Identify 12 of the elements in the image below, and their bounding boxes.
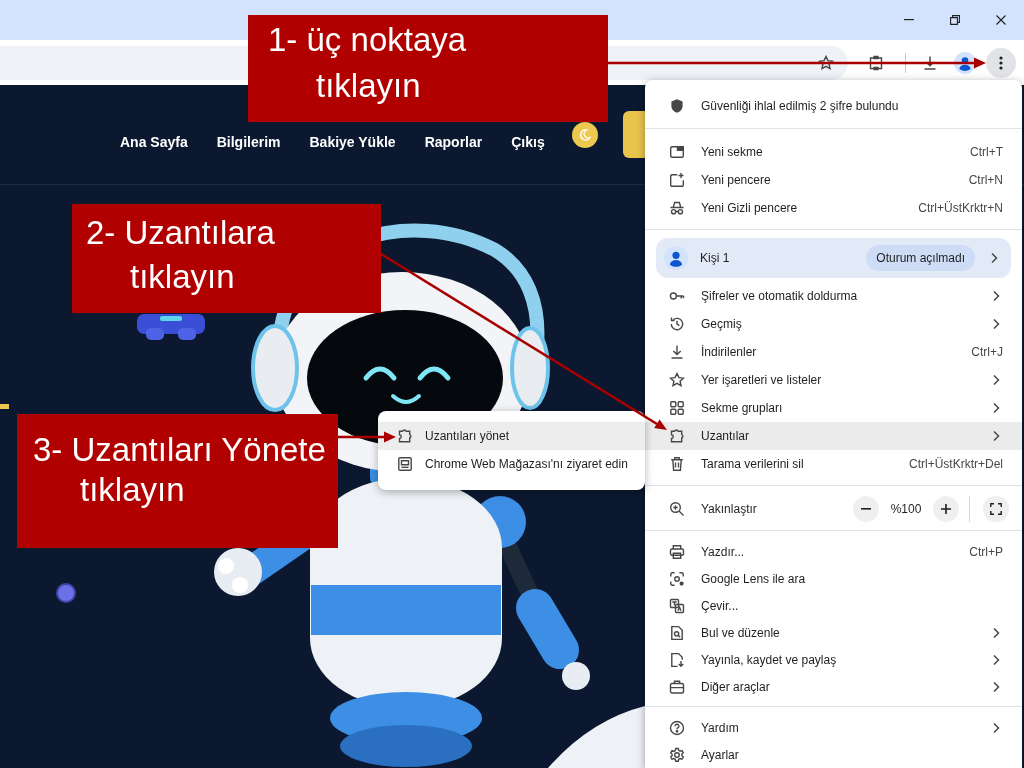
- status-badge: Oturum açılmadı: [866, 245, 975, 271]
- keyboard-shortcut: Ctrl+ÜstKrktr+Del: [909, 457, 1003, 471]
- instruction-tooltip: 2- Uzantılara tıklayın: [72, 204, 381, 313]
- instruction-tooltip: 1- üç noktaya tıklayın: [248, 15, 608, 122]
- zoom-level-text: %100: [889, 502, 923, 516]
- keyboard-shortcut: Ctrl+P: [969, 544, 1003, 559]
- keyboard-shortcut: Ctrl+N: [968, 173, 1003, 187]
- keyboard-shortcut: Ctrl+ÜstKrktr+N: [918, 201, 1003, 215]
- zoom-label: Yakınlaştır: [701, 502, 758, 516]
- instruction-tooltip: 3- Uzantıları Yönete tıklayın: [17, 414, 338, 548]
- keyboard-shortcut: Ctrl+T: [970, 145, 1003, 159]
- keyboard-shortcut: Ctrl+J: [971, 345, 1003, 359]
